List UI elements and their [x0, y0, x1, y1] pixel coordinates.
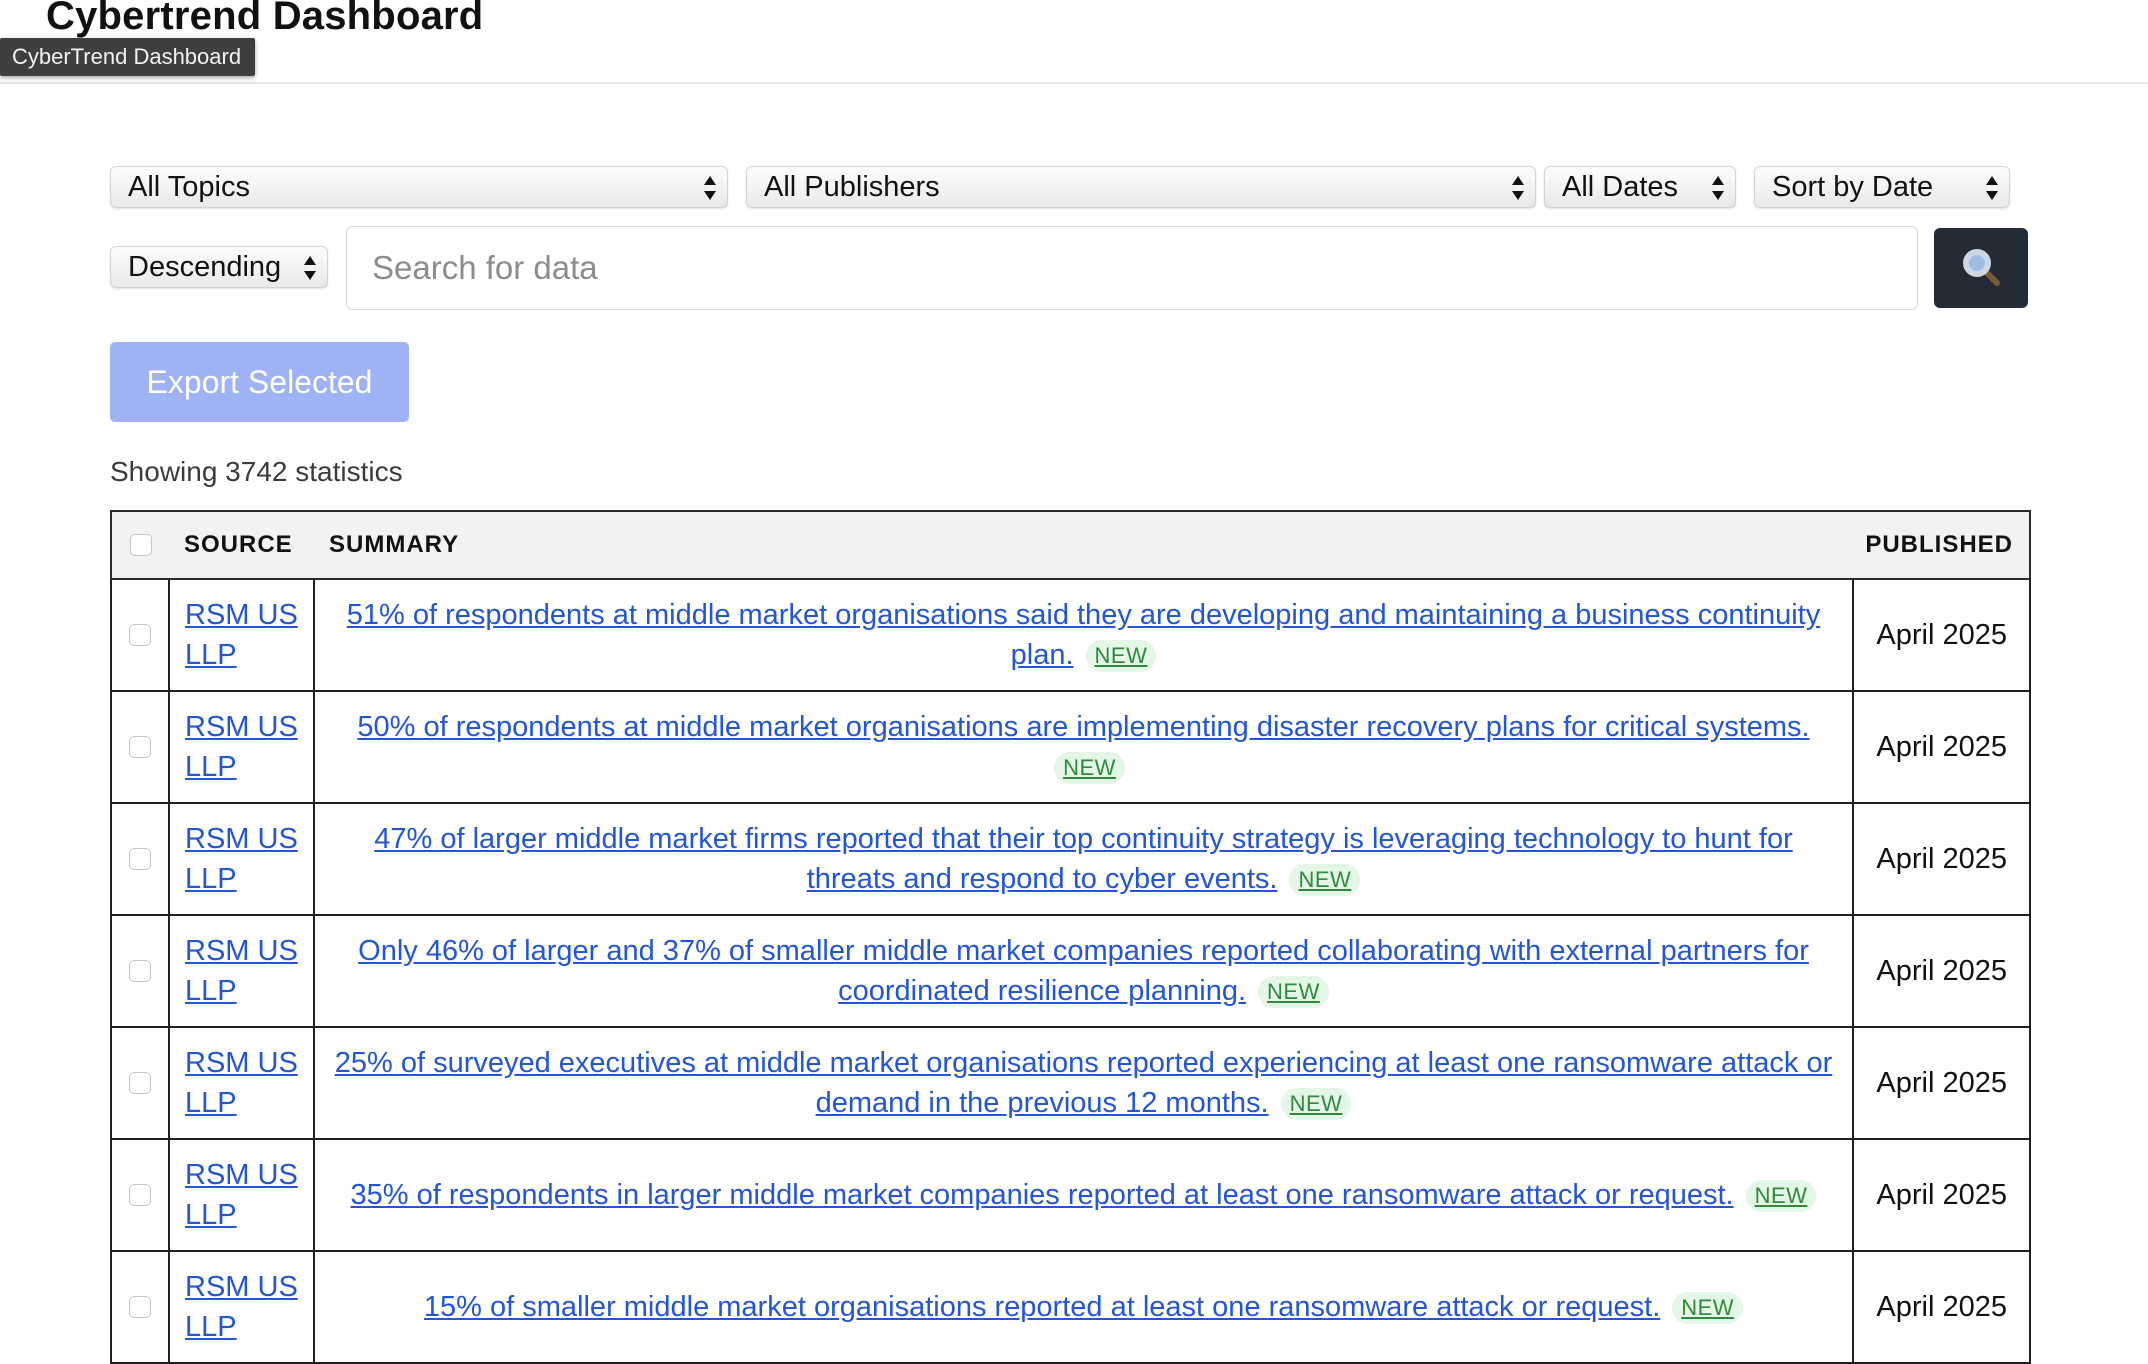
- summary-link[interactable]: 50% of respondents at middle market orga…: [357, 711, 1809, 743]
- search-input[interactable]: [346, 226, 1918, 310]
- source-link[interactable]: RSM US LLP: [170, 707, 313, 787]
- published-cell: April 2025: [1852, 578, 2031, 692]
- source-cell: RSM US LLP: [168, 1250, 315, 1364]
- source-link[interactable]: RSM US LLP: [170, 1267, 313, 1347]
- summary-cell: 47% of larger middle market firms report…: [313, 802, 1854, 916]
- summary-cell: 51% of respondents at middle market orga…: [313, 578, 1854, 692]
- select-all-checkbox[interactable]: [129, 534, 152, 556]
- new-badge: NEW: [1258, 976, 1329, 1008]
- order-select[interactable]: Descending: [110, 246, 328, 288]
- source-cell: RSM US LLP: [168, 578, 315, 692]
- table-header-row: SOURCE SUMMARY PUBLISHED: [110, 510, 2031, 580]
- table-row: RSM US LLP 15% of smaller middle market …: [110, 1250, 2031, 1364]
- row-checkbox[interactable]: [129, 1184, 151, 1206]
- statistics-table-wrap: SOURCE SUMMARY PUBLISHED RSM US LLP 51% …: [110, 510, 2031, 1364]
- sort-select-value: Sort by Date: [1772, 171, 1934, 203]
- row-select-cell: [110, 914, 170, 1028]
- published-cell: April 2025: [1852, 1026, 2031, 1140]
- source-link[interactable]: RSM US LLP: [170, 595, 313, 675]
- statistics-table: SOURCE SUMMARY PUBLISHED RSM US LLP 51% …: [110, 510, 2031, 1364]
- table-row: RSM US LLP 47% of larger middle market f…: [110, 802, 2031, 916]
- row-select-cell: [110, 1250, 170, 1364]
- page-title: Cybertrend Dashboard: [46, 0, 484, 38]
- summary-link[interactable]: 47% of larger middle market firms report…: [374, 823, 1793, 895]
- row-checkbox[interactable]: [129, 848, 151, 870]
- row-select-cell: [110, 578, 170, 692]
- row-select-cell: [110, 1138, 170, 1252]
- new-badge: NEW: [1745, 1180, 1817, 1212]
- select-all-cell: [110, 510, 169, 580]
- summary-link[interactable]: 15% of smaller middle market organisatio…: [424, 1291, 1660, 1323]
- summary-link[interactable]: 51% of respondents at middle market orga…: [347, 599, 1820, 671]
- row-checkbox[interactable]: [129, 1296, 151, 1318]
- table-row: RSM US LLP Only 46% of larger and 37% of…: [110, 914, 2031, 1028]
- new-badge: NEW: [1672, 1292, 1744, 1324]
- search-icon: [1963, 248, 2000, 286]
- new-badge: NEW: [1054, 752, 1125, 784]
- table-row: RSM US LLP 25% of surveyed executives at…: [110, 1026, 2031, 1140]
- source-cell: RSM US LLP: [168, 1138, 315, 1252]
- source-cell: RSM US LLP: [168, 1026, 315, 1140]
- top-header: Cybertrend Dashboard CyberTrend Dashboar…: [0, 0, 2148, 84]
- search-button[interactable]: [1934, 228, 2028, 308]
- source-cell: RSM US LLP: [168, 914, 315, 1028]
- topics-select-value: All Topics: [128, 171, 250, 203]
- publishers-select-value: All Publishers: [764, 171, 940, 203]
- source-link[interactable]: RSM US LLP: [170, 1155, 313, 1235]
- row-checkbox[interactable]: [129, 736, 151, 758]
- published-cell: April 2025: [1852, 1250, 2031, 1364]
- summary-header[interactable]: SUMMARY: [314, 510, 1853, 580]
- summary-link[interactable]: 35% of respondents in larger middle mark…: [351, 1179, 1734, 1211]
- select-arrows-icon: [1986, 176, 1998, 200]
- source-header[interactable]: SOURCE: [169, 510, 314, 580]
- dates-select-value: All Dates: [1562, 171, 1679, 203]
- results-count: Showing 3742 statistics: [110, 456, 403, 487]
- row-select-cell: [110, 690, 170, 804]
- source-link[interactable]: RSM US LLP: [170, 931, 313, 1011]
- table-row: RSM US LLP 50% of respondents at middle …: [110, 690, 2031, 804]
- select-arrows-icon: [1712, 176, 1724, 200]
- topics-select[interactable]: All Topics: [110, 166, 728, 208]
- source-cell: RSM US LLP: [168, 802, 315, 916]
- row-checkbox[interactable]: [129, 1072, 151, 1094]
- table-row: RSM US LLP 51% of respondents at middle …: [110, 578, 2031, 692]
- row-select-cell: [110, 1026, 170, 1140]
- row-checkbox[interactable]: [129, 624, 151, 646]
- new-badge: NEW: [1280, 1088, 1352, 1120]
- published-cell: April 2025: [1852, 914, 2031, 1028]
- summary-cell: 35% of respondents in larger middle mark…: [313, 1138, 1854, 1252]
- export-selected-button[interactable]: Export Selected: [110, 342, 409, 422]
- select-arrows-icon: [704, 176, 716, 200]
- publishers-select[interactable]: All Publishers: [746, 166, 1536, 208]
- sort-select[interactable]: Sort by Date: [1754, 166, 2010, 208]
- published-header[interactable]: PUBLISHED: [1853, 510, 2031, 580]
- published-cell: April 2025: [1852, 1138, 2031, 1252]
- summary-link[interactable]: 25% of surveyed executives at middle mar…: [335, 1047, 1833, 1119]
- source-link[interactable]: RSM US LLP: [170, 819, 313, 899]
- order-select-value: Descending: [128, 251, 282, 283]
- table-row: RSM US LLP 35% of respondents in larger …: [110, 1138, 2031, 1252]
- published-cell: April 2025: [1852, 802, 2031, 916]
- summary-cell: 25% of surveyed executives at middle mar…: [313, 1026, 1854, 1140]
- row-checkbox[interactable]: [129, 960, 151, 982]
- source-cell: RSM US LLP: [168, 690, 315, 804]
- new-badge: NEW: [1289, 864, 1361, 896]
- published-cell: April 2025: [1852, 690, 2031, 804]
- row-select-cell: [110, 802, 170, 916]
- select-arrows-icon: [304, 256, 316, 280]
- summary-cell: 15% of smaller middle market organisatio…: [313, 1250, 1854, 1364]
- summary-cell: 50% of respondents at middle market orga…: [313, 690, 1854, 804]
- source-link[interactable]: RSM US LLP: [170, 1043, 313, 1123]
- summary-link[interactable]: Only 46% of larger and 37% of smaller mi…: [358, 935, 1809, 1007]
- new-badge: NEW: [1085, 640, 1157, 672]
- dates-select[interactable]: All Dates: [1544, 166, 1736, 208]
- summary-cell: Only 46% of larger and 37% of smaller mi…: [313, 914, 1854, 1028]
- title-tooltip: CyberTrend Dashboard: [0, 38, 256, 76]
- select-arrows-icon: [1512, 176, 1524, 200]
